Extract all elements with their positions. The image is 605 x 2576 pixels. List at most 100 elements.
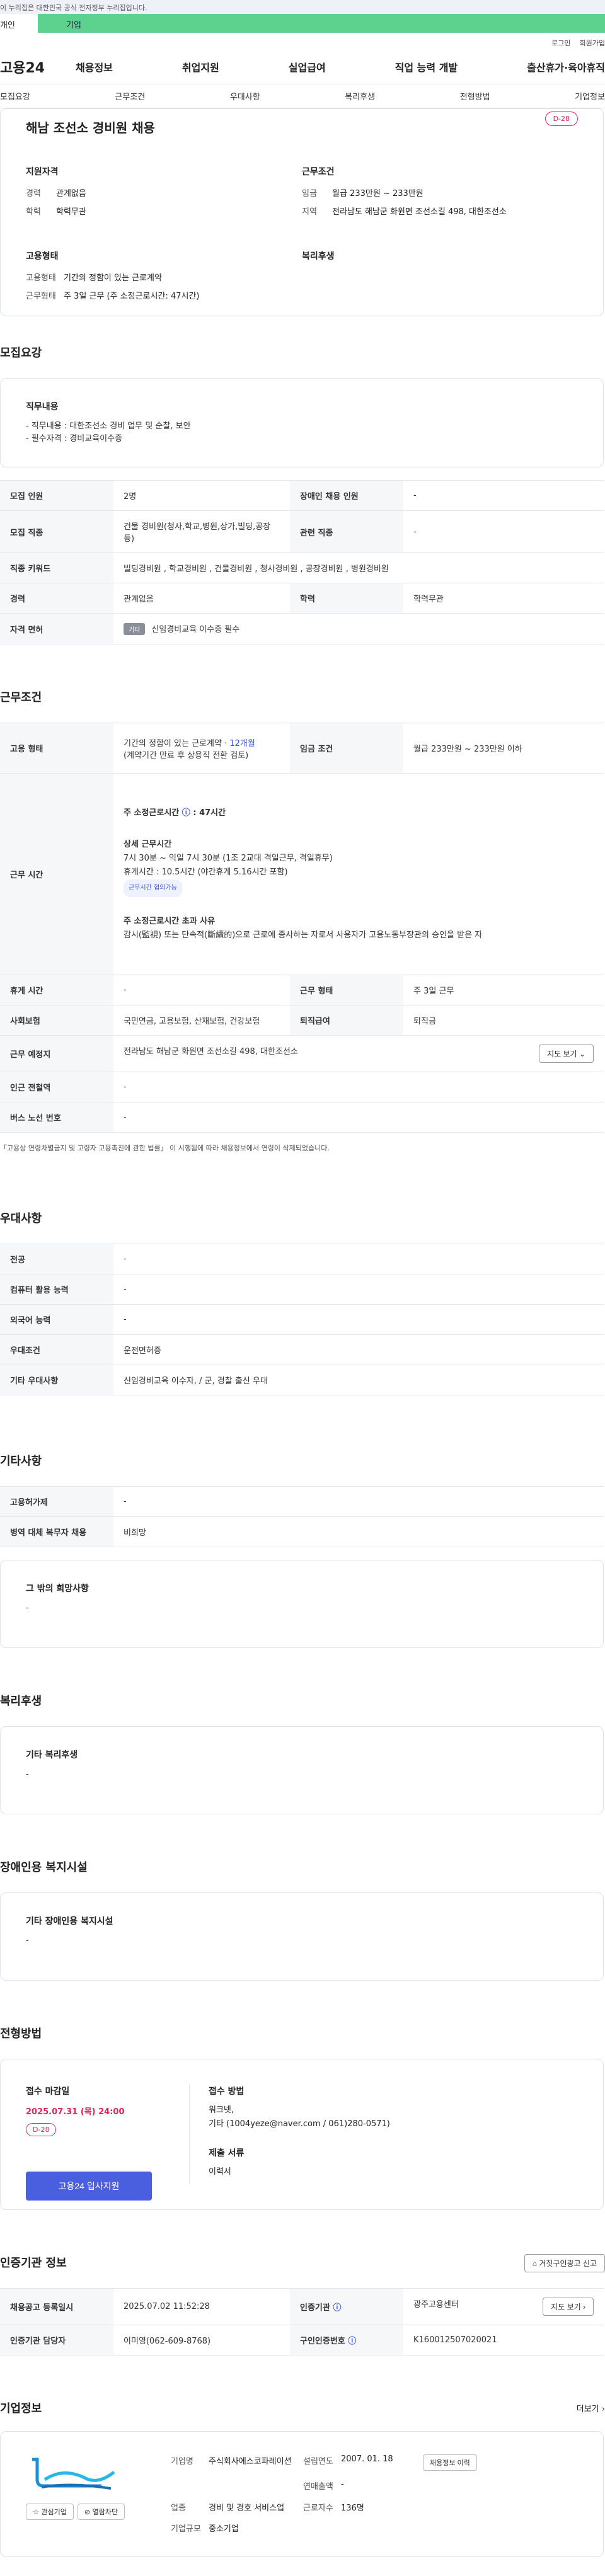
tab-work[interactable]: 근무조건 bbox=[115, 90, 145, 102]
value: 기간의 정함이 있는 근로계약 · 12개월 (계약기간 만료 후 상용직 전환… bbox=[113, 723, 290, 774]
label: 근무 시간 bbox=[0, 773, 113, 975]
tab-company[interactable]: 기업정보 bbox=[575, 90, 605, 102]
section-disabled-title: 장애인용 복지시설 bbox=[0, 1861, 88, 1874]
table-row: 근무 시간 주 소정근로시간 ⓘ : 47시간 상세 근무시간 7시 30분 ~… bbox=[0, 773, 604, 975]
table-row: 휴게 시간 - 근무 형태 주 3일 근무 bbox=[0, 975, 604, 1005]
gnb-unemployment[interactable]: 실업급여 bbox=[289, 59, 326, 74]
gnb-parental-leave[interactable]: 출산휴가·육아휴직 bbox=[527, 59, 605, 74]
tab-welfare[interactable]: 복리후생 bbox=[345, 90, 375, 102]
label: 사회보험 bbox=[0, 1005, 113, 1036]
apply-button[interactable]: 고용24 입사지원 bbox=[26, 2172, 152, 2201]
tab-company[interactable]: 기업 bbox=[38, 14, 605, 33]
label: 학력 bbox=[26, 207, 41, 217]
label: 컴퓨터 활용 능력 bbox=[0, 1274, 113, 1305]
disabled-box-title: 기타 장애인용 복지시설 bbox=[26, 1916, 113, 1926]
tab-selection[interactable]: 전형방법 bbox=[460, 90, 490, 102]
label: 고용 형태 bbox=[0, 723, 113, 774]
value: 광주고용센터 지도 보기 › bbox=[403, 2288, 604, 2325]
value: 2025.07.02 11:52:28 bbox=[113, 2288, 290, 2325]
chevron-right-icon: › bbox=[583, 2303, 585, 2311]
label: 병역 대체 복무자 채용 bbox=[0, 1516, 113, 1547]
value: 관계없음 bbox=[113, 583, 290, 614]
disabled-box: 기타 장애인용 복지시설 - bbox=[0, 1892, 604, 1981]
docs-value: 이력서 bbox=[209, 2167, 231, 2177]
label: 업종 bbox=[171, 2503, 186, 2513]
agency-org-value: 광주고용센터 bbox=[413, 2300, 459, 2310]
duty-title: 직무내용 bbox=[26, 402, 59, 412]
label: 고용허가제 bbox=[0, 1486, 113, 1517]
emp-type: 기간의 정함이 있는 근로계약 · bbox=[124, 738, 230, 748]
time-hours: 47시간 bbox=[199, 808, 226, 818]
work-table: 고용 형태 기간의 정함이 있는 근로계약 · 12개월 (계약기간 만료 후 … bbox=[0, 723, 604, 1133]
label: 근무 형태 bbox=[290, 975, 403, 1005]
label: 근무형태 bbox=[26, 292, 56, 301]
label: 지역 bbox=[302, 207, 317, 217]
map-button[interactable]: 지도 보기 ⌄ bbox=[539, 1045, 594, 1063]
label: 인근 전철역 bbox=[0, 1072, 113, 1102]
login-link[interactable]: 로그인 bbox=[551, 38, 570, 49]
table-row: 우대조건 운전면허증 bbox=[0, 1334, 604, 1365]
tab-pref[interactable]: 우대사항 bbox=[230, 90, 260, 102]
time-head: 주 소정근로시간 bbox=[124, 808, 180, 818]
wish-value: - bbox=[26, 1603, 29, 1613]
value: 이미영(062-609-8768) bbox=[113, 2325, 290, 2356]
label: 경력 bbox=[0, 583, 113, 614]
label: 직종 키워드 bbox=[0, 552, 113, 583]
table-row: 전공 - bbox=[0, 1244, 604, 1274]
value: 비희망 bbox=[113, 1516, 604, 1547]
agency-map-button[interactable]: 지도 보기 › bbox=[543, 2298, 594, 2316]
table-row: 자격 면허 기타 신임경비교육 이수증 필수 bbox=[0, 613, 604, 644]
value: 기타 신임경비교육 이수증 필수 bbox=[113, 613, 604, 644]
value: 관계없음 bbox=[56, 189, 86, 198]
signup-link[interactable]: 회원가입 bbox=[580, 38, 605, 49]
value: - bbox=[113, 1486, 604, 1517]
info-icon[interactable]: ⓘ bbox=[333, 2303, 341, 2313]
agency-num-label: 구인인증번호 bbox=[300, 2337, 345, 2346]
value: 전라남도 해남군 화원면 조선소길 498, 대한조선소 지도 보기 ⌄ bbox=[113, 1035, 604, 1072]
label: 모집 인원 bbox=[0, 480, 113, 511]
more-link-label: 더보기 bbox=[576, 2405, 599, 2414]
job-history-button[interactable]: 채용정보 이력 bbox=[423, 2454, 477, 2471]
welfare-title: 복리후생 bbox=[302, 251, 335, 261]
age-note: 「고용상 연령차별금지 및 고령자 고용촉진에 관한 법률」 이 시행됨에 따라… bbox=[0, 1144, 330, 1152]
method-line: 워크넷, bbox=[209, 2105, 234, 2115]
info-icon[interactable]: ⓘ bbox=[182, 808, 190, 818]
gnb-jobs[interactable]: 채용정보 bbox=[76, 59, 113, 74]
more-link[interactable]: 더보기 › bbox=[577, 2402, 605, 2414]
value: 월급 233만원 ~ 233만원 bbox=[332, 189, 424, 198]
agency-org-label: 인증기관 bbox=[300, 2303, 330, 2313]
value: - bbox=[113, 1072, 604, 1102]
value: 중소기업 bbox=[209, 2524, 239, 2534]
section-selection-title: 전형방법 bbox=[0, 2027, 42, 2041]
value: 국민연금, 고용보험, 산재보험, 건강보험 bbox=[113, 1005, 290, 1036]
label: 인증기관 담당자 bbox=[0, 2325, 113, 2356]
label: 채용공고 등록일시 bbox=[0, 2288, 113, 2325]
favorite-company-button[interactable]: ☆ 관심기업 bbox=[26, 2504, 74, 2520]
value: 기간의 정함이 있는 근로계약 bbox=[64, 273, 162, 283]
agency-header: 인증기관 정보 ⌂ 거짓구인광고 신고 bbox=[0, 2254, 605, 2279]
label: 임금 bbox=[302, 189, 317, 198]
detail-line: 휴게시간 : 10.5시간 (야간휴게 5.16시간 포함) bbox=[124, 867, 288, 877]
star-icon: ☆ bbox=[33, 2508, 39, 2516]
emp-note: (계약기간 만료 후 상용직 전환 검토) bbox=[124, 750, 249, 760]
table-row: 모집 직종 건물 경비원(청사,학교,병원,상가,빌딩,공장 등) 관련 직종 … bbox=[0, 510, 604, 553]
tab-individual[interactable]: 개인 bbox=[0, 14, 38, 33]
gnb-employment-support[interactable]: 취업지원 bbox=[182, 59, 219, 74]
over-head: 주 소정근로시간 초과 사유 bbox=[124, 916, 216, 926]
value: 전라남도 해남군 화원면 조선소길 498, 대한조선소 bbox=[332, 207, 507, 217]
block-button[interactable]: ⊘ 열람차단 bbox=[77, 2504, 125, 2520]
detail-line: 7시 30분 ~ 익일 7시 30분 (1조 2교대 격일근무, 격일휴무) bbox=[124, 853, 333, 863]
tab-recruit[interactable]: 모집요강 bbox=[0, 90, 30, 102]
report-button[interactable]: ⌂ 거짓구인광고 신고 bbox=[524, 2254, 605, 2272]
label: 관련 직종 bbox=[290, 510, 403, 553]
label: 구인인증번호 ⓘ bbox=[290, 2325, 403, 2356]
other-table: 고용허가제 - 병역 대체 복무자 채용 비희망 bbox=[0, 1486, 604, 1547]
table-row: 사회보험 국민연금, 고용보험, 산재보험, 건강보험 퇴직급여 퇴직금 bbox=[0, 1005, 604, 1036]
gnb-training[interactable]: 직업 능력 개발 bbox=[395, 59, 458, 74]
home-icon: ⌂ bbox=[532, 2259, 537, 2268]
label: 근로자수 bbox=[303, 2503, 333, 2513]
site-logo[interactable]: 고용24 bbox=[0, 57, 76, 77]
recruit-table: 모집 인원 2명 장애인 채용 인원 - 모집 직종 건물 경비원(청사,학교,… bbox=[0, 480, 604, 644]
info-icon[interactable]: ⓘ bbox=[348, 2337, 356, 2346]
label: 고용형태 bbox=[26, 273, 56, 283]
